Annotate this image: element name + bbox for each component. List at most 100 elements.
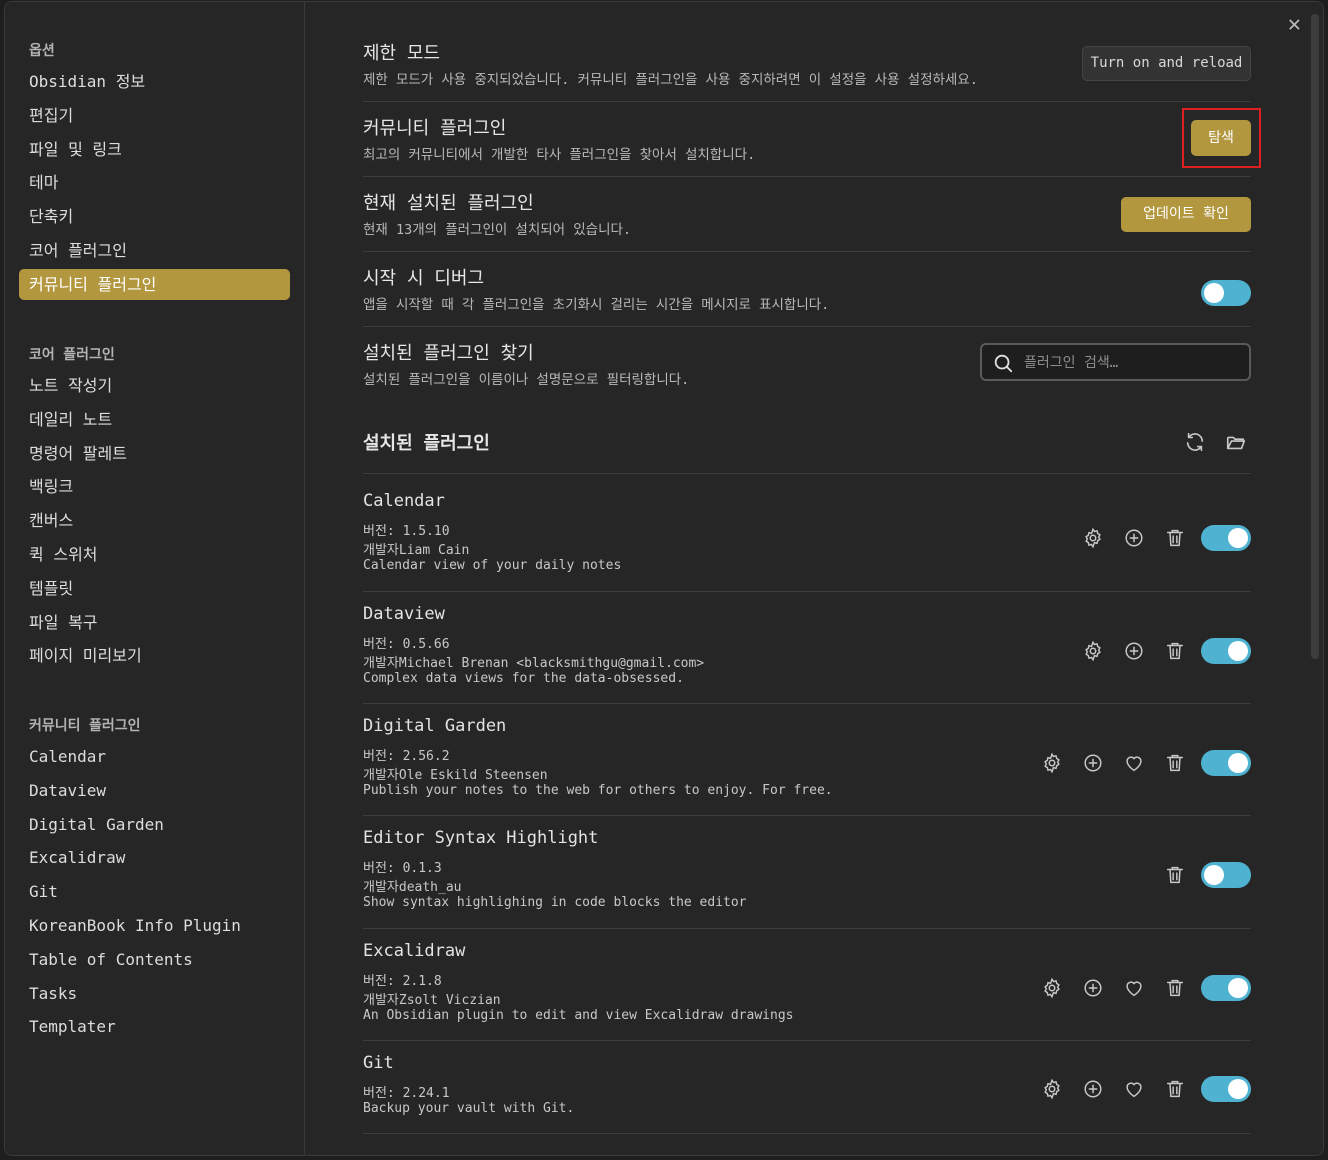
sidebar-item[interactable]: 코어 플러그인 [19, 235, 290, 266]
browse-button[interactable]: 탐색 [1191, 120, 1251, 156]
restricted-mode-desc: 제한 모드가 사용 중지되었습니다. 커뮤니티 플러그인을 사용 중지하려면 이… [363, 72, 978, 88]
sidebar-item[interactable]: 백링크 [19, 471, 290, 502]
heart-icon[interactable] [1123, 752, 1145, 774]
plugin-desc: An Obsidian plugin to edit and view Exca… [363, 1008, 794, 1023]
gear-icon[interactable] [1041, 1078, 1063, 1100]
trash-icon[interactable] [1164, 1078, 1186, 1100]
toggle-knob [1228, 1079, 1248, 1099]
sidebar-section-heading: 옵션 [29, 43, 55, 59]
trash-icon[interactable] [1164, 752, 1186, 774]
heart-icon[interactable] [1123, 977, 1145, 999]
plugin-enable-toggle[interactable] [1201, 638, 1251, 664]
trash-icon[interactable] [1164, 640, 1186, 662]
plugin-search-box[interactable] [980, 343, 1251, 381]
open-folder-icon[interactable] [1225, 431, 1247, 453]
add-icon[interactable] [1082, 752, 1104, 774]
sidebar-item[interactable]: 데일리 노트 [19, 404, 290, 435]
settings-modal: 옵션 Obsidian 정보 편집기 파일 및 링크 테마 단축키 코어 플러그인 커뮤니티 … [4, 1, 1324, 1156]
reload-plugins-icon[interactable] [1184, 431, 1206, 453]
plugin-version: 버전: 0.1.3 [363, 861, 442, 876]
add-icon[interactable] [1123, 640, 1145, 662]
divider [363, 326, 1251, 327]
sidebar-item[interactable]: Table of Contents [19, 944, 290, 975]
sidebar-item[interactable]: 페이지 미리보기 [19, 640, 290, 671]
plugin-author: 개발자death_au [363, 880, 462, 895]
divider [363, 815, 1251, 816]
installed-plugins-title: 현재 설치된 플러그인 [363, 193, 534, 214]
plugin-name: Excalidraw [363, 941, 466, 961]
plugin-name: Digital Garden [363, 716, 507, 736]
close-icon[interactable]: ✕ [1288, 12, 1301, 37]
plugin-enable-toggle[interactable] [1201, 975, 1251, 1001]
divider [363, 928, 1251, 929]
gear-icon[interactable] [1041, 977, 1063, 999]
toggle-knob [1228, 978, 1248, 998]
plugin-desc: Backup your vault with Git. [363, 1101, 575, 1116]
sidebar-item[interactable]: 파일 및 링크 [19, 134, 290, 165]
divider [363, 591, 1251, 592]
divider [363, 101, 1251, 102]
toggle-knob [1228, 528, 1248, 548]
trash-icon[interactable] [1164, 527, 1186, 549]
add-icon[interactable] [1123, 527, 1145, 549]
sidebar-section-heading: 커뮤니티 플러그인 [29, 718, 141, 734]
sidebar-item[interactable]: Git [19, 876, 290, 907]
sidebar-item[interactable]: KoreanBook Info Plugin [19, 910, 290, 941]
search-plugins-desc: 설치된 플러그인을 이름이나 설명문으로 필터링합니다. [363, 372, 690, 388]
plugin-version: 버전: 2.24.1 [363, 1086, 450, 1101]
divider [363, 1040, 1251, 1041]
add-icon[interactable] [1082, 977, 1104, 999]
sidebar-item[interactable]: 단축키 [19, 201, 290, 232]
plugin-enable-toggle[interactable] [1201, 862, 1251, 888]
community-plugins-desc: 최고의 커뮤니티에서 개발한 타사 플러그인을 찾아서 설치합니다. [363, 147, 756, 163]
plugin-version: 버전: 0.5.66 [363, 637, 450, 652]
scrollbar[interactable] [1311, 14, 1319, 659]
check-updates-button[interactable]: 업데이트 확인 [1121, 197, 1251, 232]
community-plugins-title: 커뮤니티 플러그인 [363, 118, 507, 139]
sidebar-item[interactable]: 퀵 스위처 [19, 539, 290, 570]
sidebar-item[interactable]: 캔버스 [19, 505, 290, 536]
plugin-enable-toggle[interactable] [1201, 750, 1251, 776]
gear-icon[interactable] [1041, 752, 1063, 774]
search-plugins-title: 설치된 플러그인 찾기 [363, 343, 534, 364]
sidebar-item[interactable]: Templater [19, 1011, 290, 1042]
gear-icon[interactable] [1082, 527, 1104, 549]
trash-icon[interactable] [1164, 977, 1186, 999]
plugin-desc: Complex data views for the data-obsessed… [363, 671, 684, 686]
toggle-knob [1228, 753, 1248, 773]
sidebar-item[interactable]: Excalidraw [19, 842, 290, 873]
sidebar-item[interactable]: Digital Garden [19, 809, 290, 840]
divider [363, 1133, 1251, 1134]
plugin-version: 버전: 1.5.10 [363, 524, 450, 539]
divider [363, 473, 1251, 474]
sidebar-item[interactable]: Obsidian 정보 [19, 66, 290, 97]
settings-content: ✕ 제한 모드 제한 모드가 사용 중지되었습니다. 커뮤니티 플러그인을 사용… [305, 2, 1323, 1155]
plugin-search-input[interactable] [1022, 351, 1236, 375]
sidebar-item[interactable]: 테마 [19, 167, 290, 198]
plugin-author: 개발자Zsolt Viczian [363, 993, 501, 1008]
plugin-author: 개발자Michael Brenan <blacksmithgu@gmail.co… [363, 656, 705, 671]
divider [363, 703, 1251, 704]
installed-list-heading: 설치된 플러그인 [363, 433, 490, 454]
plugin-name: Editor Syntax Highlight [363, 828, 599, 848]
plugin-author: 개발자Ole Eskild Steensen [363, 768, 548, 783]
trash-icon[interactable] [1164, 864, 1186, 886]
divider [363, 251, 1251, 252]
add-icon[interactable] [1082, 1078, 1104, 1100]
sidebar-item[interactable]: Tasks [19, 978, 290, 1009]
debug-on-start-toggle[interactable] [1201, 280, 1251, 306]
turn-on-reload-button[interactable]: Turn on and reload [1082, 46, 1251, 81]
sidebar-item[interactable]: 편집기 [19, 100, 290, 131]
gear-icon[interactable] [1082, 640, 1104, 662]
sidebar-item[interactable]: 노트 작성기 [19, 370, 290, 401]
plugin-enable-toggle[interactable] [1201, 525, 1251, 551]
sidebar-item[interactable]: 명령어 팔레트 [19, 438, 290, 469]
sidebar-item[interactable]: 파일 복구 [19, 607, 290, 638]
plugin-enable-toggle[interactable] [1201, 1076, 1251, 1102]
heart-icon[interactable] [1123, 1078, 1145, 1100]
sidebar-item[interactable]: Calendar [19, 741, 290, 772]
sidebar-item[interactable]: Dataview [19, 775, 290, 806]
plugin-name: Git [363, 1053, 394, 1073]
sidebar-item[interactable]: 템플릿 [19, 573, 290, 604]
sidebar-item[interactable]: 커뮤니티 플러그인 [19, 269, 290, 300]
